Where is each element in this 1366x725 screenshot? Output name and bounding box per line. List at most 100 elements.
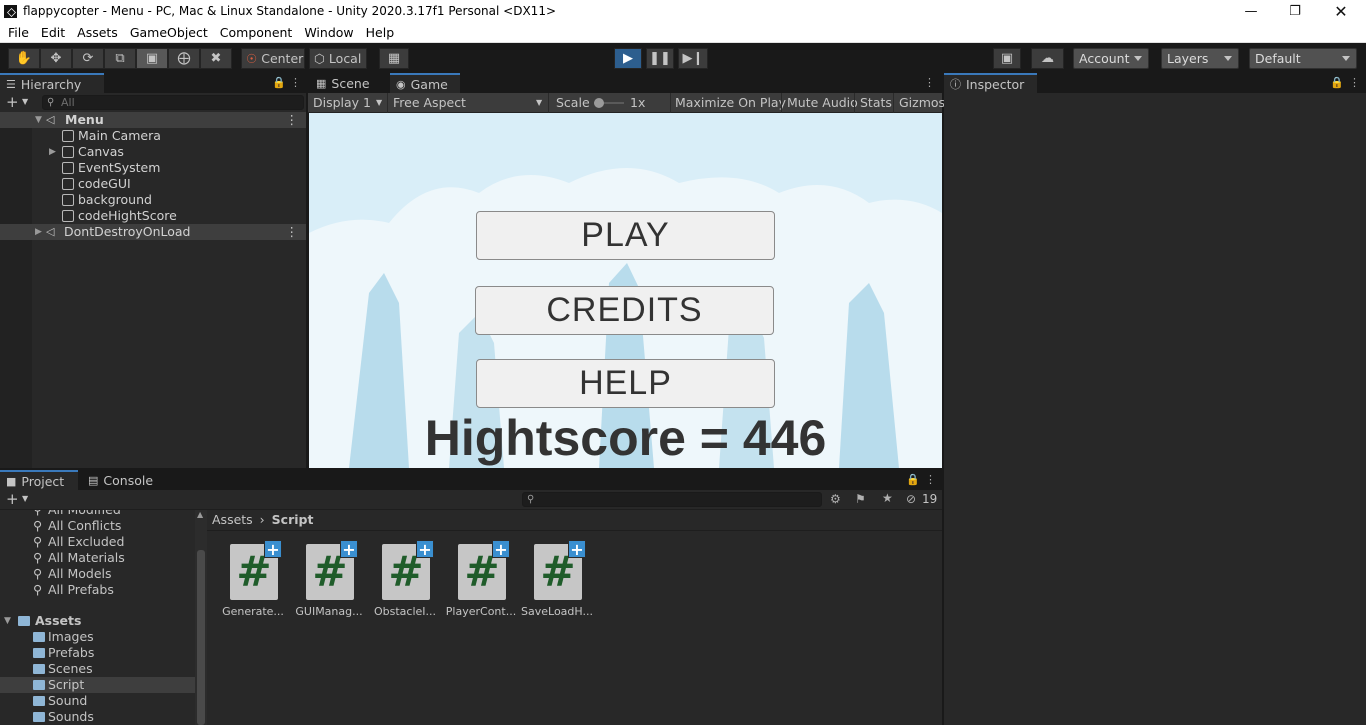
folder-tree-scrollbar[interactable]: ▲ xyxy=(195,510,207,725)
lock-icon[interactable]: 🔒 xyxy=(272,76,286,89)
cube-icon: ⬡ xyxy=(314,51,325,66)
cloud-icon[interactable]: ☁ xyxy=(1031,48,1064,69)
tab-game[interactable]: ◉ Game xyxy=(390,73,460,93)
menu-help[interactable]: Help xyxy=(360,25,401,40)
collab-icon[interactable]: ▣ xyxy=(993,48,1021,69)
hidden-packages-icon[interactable]: ⊘ xyxy=(906,492,916,506)
folder-item[interactable]: Sounds xyxy=(0,709,195,725)
maximize-on-play-toggle[interactable]: Maximize On Play xyxy=(675,93,786,113)
scale-tool-icon[interactable]: ⧉ xyxy=(104,48,136,69)
folder-item[interactable]: Scenes xyxy=(0,661,195,677)
restore-button[interactable]: ❐ xyxy=(1272,0,1318,23)
more-options-icon[interactable]: ⋮ xyxy=(1349,76,1360,89)
help-menu-button[interactable]: HELP xyxy=(476,359,775,408)
favorite-item[interactable]: ⚲ All Prefabs xyxy=(0,582,195,598)
expand-arrow-icon[interactable]: ▼ xyxy=(4,613,11,629)
pivot-local-button[interactable]: ⬡ Local xyxy=(309,48,367,69)
hierarchy-item[interactable]: background xyxy=(0,192,306,208)
tab-console[interactable]: ▤ Console xyxy=(82,470,158,490)
more-options-icon[interactable]: ⋮ xyxy=(290,76,301,89)
layers-dropdown[interactable]: Layers xyxy=(1161,48,1239,69)
filter-by-type-icon[interactable]: ⚙ xyxy=(830,492,841,506)
menu-gameobject[interactable]: GameObject xyxy=(124,25,214,40)
scroll-up-icon[interactable]: ▲ xyxy=(197,510,203,519)
scale-slider-handle[interactable] xyxy=(594,98,604,108)
favorite-item[interactable]: ⚲ All Modified xyxy=(0,510,195,518)
grid-snap-icon[interactable]: ▦ xyxy=(379,48,409,69)
more-options-icon[interactable]: ⋮ xyxy=(286,224,299,240)
hierarchy-item[interactable]: codeHightScore xyxy=(0,208,306,224)
expand-arrow-icon[interactable]: ▼ xyxy=(35,112,42,128)
layout-dropdown[interactable]: Default xyxy=(1249,48,1357,69)
credits-menu-button[interactable]: CREDITS xyxy=(475,286,774,335)
folder-item[interactable]: Sound xyxy=(0,693,195,709)
hierarchy-item[interactable]: EventSystem xyxy=(0,160,306,176)
move-tool-icon[interactable]: ✥ xyxy=(40,48,72,69)
favorite-item[interactable]: ⚲ All Excluded xyxy=(0,534,195,550)
tab-inspector[interactable]: ⓘ Inspector xyxy=(944,73,1037,93)
custom-tool-icon[interactable]: ✖ xyxy=(200,48,232,69)
scene-row-menu[interactable]: ▼ ◁ Menu ⋮ xyxy=(0,112,306,128)
add-icon[interactable]: + xyxy=(6,93,19,111)
breadcrumb-assets[interactable]: Assets xyxy=(212,512,253,527)
account-dropdown[interactable]: Account xyxy=(1073,48,1149,69)
favorite-item[interactable]: ⚲ All Models xyxy=(0,566,195,582)
pivot-center-button[interactable]: ☉ Center xyxy=(241,48,305,69)
play-button[interactable]: ▶ xyxy=(614,48,642,69)
menu-file[interactable]: File xyxy=(2,25,35,40)
lock-icon[interactable]: 🔒 xyxy=(906,473,920,486)
favorite-item[interactable]: ⚲ All Materials xyxy=(0,550,195,566)
game-canvas[interactable]: PLAY CREDITS HELP Hightscore = 446 xyxy=(309,113,942,468)
inspector-tab-label: Inspector xyxy=(966,76,1025,92)
hierarchy-search-row: + ▼ ⚲ All xyxy=(0,93,306,112)
expand-arrow-icon[interactable]: ▶ xyxy=(49,144,56,160)
favorite-label: All Modified xyxy=(48,510,121,518)
hierarchy-item[interactable]: Main Camera xyxy=(0,128,306,144)
breadcrumb-script[interactable]: Script xyxy=(272,512,314,527)
scale-label: Scale xyxy=(556,95,590,110)
hierarchy-search-input[interactable]: ⚲ All xyxy=(42,95,304,110)
step-button[interactable]: ▶❙ xyxy=(678,48,708,69)
tab-scene[interactable]: ▦ Scene xyxy=(310,73,388,93)
assets-root-item[interactable]: ▼ Assets xyxy=(0,613,195,629)
tab-hierarchy[interactable]: ☰ Hierarchy xyxy=(0,73,104,93)
more-options-icon[interactable]: ⋮ xyxy=(924,76,935,89)
breadcrumb-separator-icon: › xyxy=(259,512,265,527)
more-options-icon[interactable]: ⋮ xyxy=(925,473,936,486)
folder-item-selected[interactable]: Script xyxy=(0,677,195,693)
star-icon[interactable]: ★ xyxy=(882,491,893,505)
hierarchy-item[interactable]: ▶ Canvas xyxy=(0,144,306,160)
close-button[interactable]: ✕ xyxy=(1318,0,1364,23)
more-options-icon[interactable]: ⋮ xyxy=(286,112,299,128)
mute-audio-toggle[interactable]: Mute Audio xyxy=(787,93,858,113)
menu-edit[interactable]: Edit xyxy=(35,25,71,40)
project-search-input[interactable]: ⚲ xyxy=(522,492,822,507)
tab-project[interactable]: ■ Project xyxy=(0,470,78,490)
pause-button[interactable]: ❚❚ xyxy=(646,48,674,69)
chevron-down-icon[interactable]: ▼ xyxy=(22,93,28,111)
folder-item[interactable]: Images xyxy=(0,629,195,645)
aspect-dropdown[interactable]: Free Aspect xyxy=(393,93,466,113)
expand-arrow-icon[interactable]: ▶ xyxy=(35,224,42,240)
menu-component[interactable]: Component xyxy=(214,25,299,40)
label-icon[interactable]: ⚑ xyxy=(855,492,866,506)
transform-tool-icon[interactable]: ⨁ xyxy=(168,48,200,69)
favorite-item[interactable]: ⚲ All Conflicts xyxy=(0,518,195,534)
play-menu-button[interactable]: PLAY xyxy=(476,211,775,260)
folder-item[interactable]: Prefabs xyxy=(0,645,195,661)
menu-window[interactable]: Window xyxy=(298,25,359,40)
rect-tool-icon[interactable]: ▣ xyxy=(136,48,168,69)
minimize-button[interactable]: — xyxy=(1228,0,1274,23)
stats-toggle[interactable]: Stats xyxy=(860,93,892,113)
scrollbar-thumb[interactable] xyxy=(197,550,205,725)
menu-assets[interactable]: Assets xyxy=(71,25,124,40)
display-dropdown[interactable]: Display 1 xyxy=(313,93,371,113)
rotate-tool-icon[interactable]: ⟳ xyxy=(72,48,104,69)
chevron-down-icon[interactable]: ▼ xyxy=(22,490,28,508)
gizmos-toggle[interactable]: Gizmos xyxy=(899,93,945,113)
scene-row-dontdestroyonload[interactable]: ▶ ◁ DontDestroyOnLoad ⋮ xyxy=(0,224,306,240)
lock-icon[interactable]: 🔒 xyxy=(1330,76,1344,89)
hierarchy-item[interactable]: codeGUI xyxy=(0,176,306,192)
hand-tool-icon[interactable]: ✋ xyxy=(8,48,40,69)
add-icon[interactable]: + xyxy=(6,490,19,508)
